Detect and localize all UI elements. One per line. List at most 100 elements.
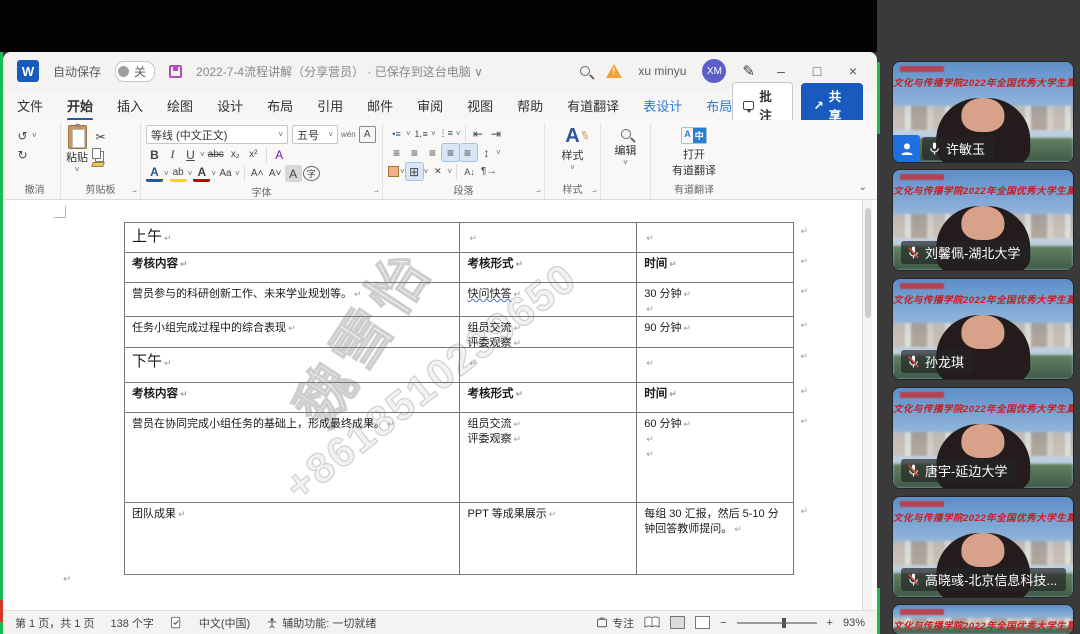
dialog-launcher-icon[interactable]: ⌐ — [132, 187, 137, 196]
search-icon[interactable] — [580, 66, 590, 76]
change-case-button[interactable]: Aa — [217, 165, 234, 182]
distribute-button[interactable]: ≡ — [460, 144, 477, 161]
align-left-button[interactable]: ≡ — [388, 144, 405, 161]
table-cell[interactable]: 上午↵ — [125, 223, 460, 252]
bold-button[interactable]: B — [146, 146, 163, 163]
table-cell[interactable]: PPT 等成果展示↵ — [460, 503, 637, 574]
borders-button[interactable]: ⊞ — [406, 163, 423, 180]
scrollbar-thumb[interactable] — [865, 208, 871, 318]
justify-button[interactable]: ≡ — [442, 144, 459, 161]
font-name-select[interactable]: 等线 (中文正文)˅ — [146, 125, 288, 144]
font-color-button[interactable]: A — [193, 165, 210, 182]
undo-button[interactable]: ↺ — [14, 127, 31, 144]
table-cell[interactable]: ↵ — [460, 223, 637, 252]
ribbon-tab[interactable]: 审阅 — [417, 92, 443, 119]
table-cell[interactable]: ↵ — [637, 348, 794, 382]
strikethrough-button[interactable]: abc — [206, 146, 226, 163]
character-shading-button[interactable]: A — [285, 165, 302, 182]
dialog-launcher-icon[interactable]: ⌐ — [374, 187, 379, 196]
line-spacing-button[interactable]: ↕ — [478, 144, 495, 161]
table-cell[interactable]: 每组 30 汇报，然后 5-10 分钟回答教师提问。↵ — [637, 503, 794, 574]
chevron-down-icon[interactable]: ˅ — [200, 150, 205, 159]
word-count[interactable]: 138 个字 — [110, 615, 153, 631]
chevron-down-icon[interactable]: ˅ — [424, 167, 429, 176]
dialog-launcher-icon[interactable]: ⌐ — [536, 187, 541, 196]
align-right-button[interactable]: ≡ — [424, 144, 441, 161]
open-youdao-button[interactable]: A中 打开 有道翻译 — [666, 125, 722, 178]
warning-icon[interactable] — [606, 64, 622, 78]
table-cell[interactable]: 考核内容↵ — [125, 383, 460, 412]
user-avatar[interactable]: XM — [702, 59, 726, 83]
ribbon-tab[interactable]: 设计 — [217, 92, 243, 119]
chevron-down-icon[interactable]: ˅ — [75, 165, 80, 174]
ribbon-tab[interactable]: 布局 — [706, 92, 732, 119]
participant-tile[interactable]: 文化与传播学院2022年全国优秀大学生夏令营高晓彧-北京信息科技... — [893, 497, 1073, 597]
bullets-button[interactable]: •≡ — [388, 125, 405, 142]
sort-button[interactable]: A↓ — [461, 163, 478, 180]
table-cell[interactable]: ↵ — [460, 348, 637, 382]
chevron-down-icon[interactable]: ˅ — [211, 169, 216, 178]
chevron-down-icon[interactable]: ˅ — [400, 167, 405, 176]
superscript-button[interactable]: x² — [245, 146, 262, 163]
vertical-scrollbar[interactable] — [862, 200, 872, 610]
ribbon-tab[interactable]: 插入 — [117, 92, 143, 119]
proofing-icon[interactable] — [170, 616, 183, 629]
chevron-down-icon[interactable]: ˅ — [235, 169, 240, 178]
highlight-button[interactable]: ab — [170, 165, 187, 182]
increase-indent-button[interactable]: ⇥ — [488, 125, 505, 142]
page-indicator[interactable]: 第 1 页，共 1 页 — [15, 615, 94, 631]
ribbon-tab[interactable]: 视图 — [467, 92, 493, 119]
copy-button[interactable] — [92, 148, 101, 159]
ribbon-tab[interactable]: 表设计 — [643, 92, 682, 119]
focus-mode-button[interactable]: 专注 — [596, 615, 634, 631]
autosave-toggle[interactable]: 关 — [115, 61, 155, 82]
chevron-down-icon[interactable]: ˅ — [431, 129, 436, 138]
table-cell[interactable]: 任务小组完成过程中的综合表现↵ — [125, 317, 460, 347]
participant-tile[interactable]: 文化与传播学院2022年全国优秀大学生夏令营许敏玉 — [893, 62, 1073, 162]
table-cell[interactable]: 快问快答↵ — [460, 283, 637, 316]
table-cell[interactable]: 时间↵ — [637, 253, 794, 282]
font-size-select[interactable]: 五号˅ — [292, 125, 338, 144]
decrease-indent-button[interactable]: ⇤ — [470, 125, 487, 142]
participant-tile[interactable]: 文化与传播学院2022年全国优秀大学生夏令营 — [893, 605, 1073, 634]
subscript-button[interactable]: x₂ — [227, 146, 244, 163]
ribbon-tab[interactable]: 布局 — [267, 92, 293, 119]
ribbon-tab[interactable]: 开始 — [67, 92, 93, 119]
multilevel-list-button[interactable]: ⋮≡ — [437, 125, 455, 142]
save-icon[interactable] — [169, 65, 182, 78]
participant-tile[interactable]: 文化与传播学院2022年全国优秀大学生夏令营孙龙琪 — [893, 279, 1073, 379]
ribbon-tab[interactable]: 引用 — [317, 92, 343, 119]
show-marks-button[interactable]: ¶→ — [479, 163, 498, 180]
table-cell[interactable]: 团队成果↵ — [125, 503, 460, 574]
zoom-in-button[interactable]: + — [827, 617, 833, 629]
ribbon-tab[interactable]: 文件 — [17, 92, 43, 119]
ink-editor-icon[interactable]: ✎ — [742, 62, 755, 80]
zoom-slider-thumb[interactable] — [782, 618, 786, 628]
maximize-button[interactable]: □ — [807, 63, 827, 79]
table-cell[interactable]: 30 分钟↵↵ — [637, 283, 794, 316]
zoom-level[interactable]: 93% — [843, 617, 865, 629]
zoom-out-button[interactable]: − — [720, 617, 726, 629]
character-border-button[interactable]: A — [359, 126, 376, 143]
table-cell[interactable]: 时间↵ — [637, 383, 794, 412]
language-indicator[interactable]: 中文(中国) — [199, 615, 250, 631]
shading-button[interactable] — [388, 166, 399, 177]
ribbon-tab[interactable]: 帮助 — [517, 92, 543, 119]
table-cell[interactable]: 90 分钟↵ — [637, 317, 794, 347]
chevron-down-icon[interactable]: ˅ — [623, 158, 628, 167]
table-cell[interactable]: 组员交流↵评委观察↵ — [460, 317, 637, 347]
close-button[interactable]: × — [843, 63, 863, 79]
table-cell[interactable]: ↵ — [637, 223, 794, 252]
styles-button[interactable]: A✎ 样式 ˅ — [556, 125, 590, 172]
editing-button[interactable]: 编辑 ˅ — [609, 125, 643, 167]
table-cell[interactable]: 组员交流↵评委观察↵ — [460, 413, 637, 502]
grow-font-button[interactable]: A˄ — [249, 165, 266, 182]
print-layout-button[interactable] — [670, 616, 685, 629]
clear-formatting-button[interactable]: A — [271, 146, 288, 163]
document-page[interactable]: 魏雪怡 +8618510239650 上午↵↵↵↵考核内容↵考核形式↵时间↵↵营… — [3, 200, 877, 610]
redo-button[interactable]: ↻ — [14, 146, 31, 163]
ribbon-tab[interactable]: 绘图 — [167, 92, 193, 119]
align-center-button[interactable]: ≡ — [406, 144, 423, 161]
asian-layout-button[interactable]: ✕ — [429, 163, 446, 180]
wordart-button[interactable]: A — [146, 165, 163, 182]
